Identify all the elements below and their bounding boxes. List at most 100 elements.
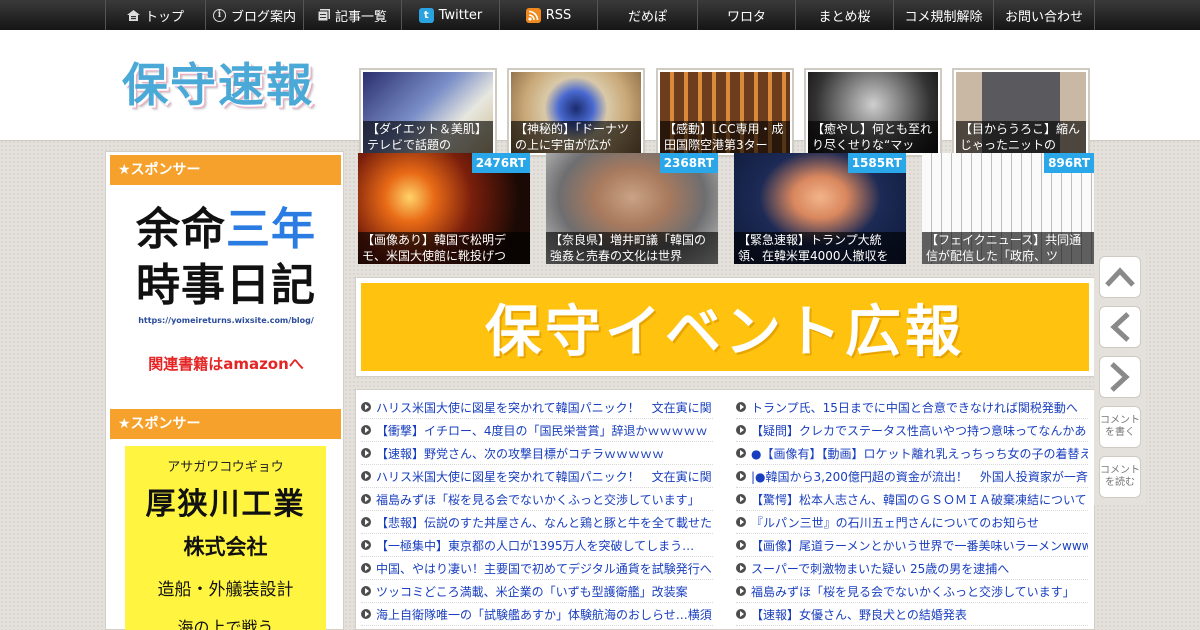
next-article-button[interactable] xyxy=(1099,356,1141,398)
rt-caption: 【フェイクニュース】共同通信が配信した「政府、ツ xyxy=(922,232,1094,264)
nav-item-blog-guide[interactable]: i ブログ案内 xyxy=(205,0,303,30)
article-list-left: ハリス米国大使に図星を突かれて韓国パニック！ 文在寅に関 【衝撃】イチロー、4度… xyxy=(361,396,713,626)
article-list: ハリス米国大使に図星を突かれて韓国パニック！ 文在寅に関 【衝撃】イチロー、4度… xyxy=(355,389,1095,630)
list-item[interactable]: 中国、やはり凄い！主要国で初めてデジタル通貨を試験発行へ xyxy=(361,557,713,580)
list-item[interactable]: 【速報】野党さん、次の攻撃目標がコチラｗｗｗｗｗ xyxy=(361,442,713,465)
list-item[interactable]: 【速報】女優さん、野良犬との結婚発表 xyxy=(736,603,1088,626)
list-item[interactable]: 【一極集中】東京都の人口が1395万人を突破してしまう… xyxy=(361,534,713,557)
read-comment-label: コメントを読む xyxy=(1100,465,1140,488)
list-item[interactable]: 【画像】尾道ラーメンとかいう世界で一番美味いラーメンwww xyxy=(736,534,1088,557)
list-item[interactable]: ●【画像有】【動画】ロケット離れ乳えっちっち女の子の着替え xyxy=(736,442,1088,465)
nav-label: だめぽ xyxy=(627,9,667,25)
nav-label: 記事一覧 xyxy=(334,9,387,25)
play-bullet-icon xyxy=(361,448,371,458)
ad-company-name: 厚狭川工業 xyxy=(145,487,306,522)
sponsor-heading: ★スポンサー xyxy=(110,155,341,185)
ad-title-line1: 余命三年 xyxy=(136,204,316,255)
list-item[interactable]: 海上自衛隊唯一の「試験艦あすか」体験航海のおしらせ…横須 xyxy=(361,603,713,626)
list-item[interactable]: ハリス米国大使に図星を突かれて韓国パニック！ 文在寅に関 xyxy=(361,396,713,419)
nav-label: ブログ案内 xyxy=(230,9,296,25)
rt-caption: 【奈良県】増井町議「韓国の強姦と売春の文化は世界 xyxy=(546,232,718,264)
previous-article-button[interactable] xyxy=(1099,306,1141,348)
list-item[interactable]: ツッコミどころ満載、米企業の「いずも型護衛艦」改装案 xyxy=(361,580,713,603)
nav-item-contact[interactable]: お問い合わせ xyxy=(993,0,1095,30)
list-item[interactable]: 【疑問】クレカでステータス性高いやつ持つ意味ってなんかあ xyxy=(736,419,1088,442)
nav-bar: トップ i ブログ案内 記事一覧 t Twitter RSS だめぽ ワロタ ま… xyxy=(105,0,1095,30)
play-bullet-icon xyxy=(361,540,371,550)
rt-card-3[interactable]: 1585RT 【緊急速報】トランプ大統領、在韓米軍4000人撤収を xyxy=(734,153,906,264)
nav-item-article-list[interactable]: 記事一覧 xyxy=(303,0,401,30)
list-item[interactable]: 福島みずほ「桜を見る会でないかくふっと交渉しています」 xyxy=(361,488,713,511)
play-bullet-icon xyxy=(361,563,371,573)
play-bullet-icon xyxy=(736,609,746,619)
site-header: 保守速報 【ダイエット＆美肌】テレビで話題の 【神秘的】「ドーナツの上に宇宙が広… xyxy=(0,30,1200,157)
header-thumb-2[interactable]: 【神秘的】「ドーナツの上に宇宙が広が xyxy=(507,68,645,157)
sponsor-heading: ★スポンサー xyxy=(110,409,341,439)
header-thumb-3[interactable]: 【感動】LCC専用・成田国際空港第3ター xyxy=(656,68,794,157)
thumb-caption: 【ダイエット＆美肌】テレビで話題の xyxy=(363,121,493,153)
list-item[interactable]: ハリス米国大使に図星を突かれて韓国パニック！ 文在寅に関 xyxy=(361,465,713,488)
nav-item-damepo[interactable]: だめぽ xyxy=(597,0,697,30)
play-bullet-icon xyxy=(361,586,371,596)
write-comment-button[interactable]: コメントを書く xyxy=(1099,406,1141,448)
sponsor-ad-asagawa[interactable]: アサガワコウギョウ 厚狭川工業 株式会社 造船・外艤装設計 海の上で戦う xyxy=(125,446,326,630)
banner-text: 保守イベント広報 xyxy=(485,299,965,365)
ad-business: 造船・外艤装設計 xyxy=(157,580,294,600)
play-bullet-icon xyxy=(736,425,746,435)
play-bullet-icon xyxy=(736,494,746,504)
thumb-caption: 【癒やし】何とも至れり尽くせりな“マッ xyxy=(808,121,938,153)
nav-item-comment-unblock[interactable]: コメ規制解除 xyxy=(893,0,993,30)
ad-url: https://yomeireturns.wixsite.com/blog/ xyxy=(138,316,314,325)
rt-card-1[interactable]: 2476RT 【画像あり】韓国で松明デモ、米国大使館に靴投げつ xyxy=(358,153,530,264)
play-bullet-icon xyxy=(361,494,371,504)
list-item[interactable]: |●韓国から3,200億円超の資金が流出！ 外国人投資家が一斉に xyxy=(736,465,1088,488)
play-bullet-icon xyxy=(361,471,371,481)
event-banner-box: 保守イベント広報 xyxy=(355,277,1095,377)
list-item[interactable]: トランプ氏、15日までに中国と合意できなければ関税発動へ xyxy=(736,396,1088,419)
nav-item-twitter[interactable]: t Twitter xyxy=(401,0,499,30)
nav-label: Twitter xyxy=(438,7,483,23)
header-thumb-1[interactable]: 【ダイエット＆美肌】テレビで話題の xyxy=(359,68,497,157)
chevron-right-icon xyxy=(1110,362,1130,392)
list-item[interactable]: 【驚愕】松本人志さん、韓国のＧＳＯＭＩＡ破棄凍結について xyxy=(736,488,1088,511)
nav-item-top[interactable]: トップ xyxy=(105,0,205,30)
header-thumb-4[interactable]: 【癒やし】何とも至れり尽くせりな“マッ xyxy=(804,68,942,157)
nav-item-rss[interactable]: RSS xyxy=(499,0,597,30)
ad-kana: アサガワコウギョウ xyxy=(167,460,284,475)
nav-label: コメ規制解除 xyxy=(904,9,983,25)
rt-card-4[interactable]: 896RT 【フェイクニュース】共同通信が配信した「政府、ツ xyxy=(922,153,1094,264)
play-bullet-icon xyxy=(736,540,746,550)
ad-amazon-link[interactable]: 関連書籍はamazonへ xyxy=(126,353,326,374)
nav-item-matome-sakura[interactable]: まとめ桜 xyxy=(795,0,893,30)
play-bullet-icon xyxy=(736,471,746,481)
play-bullet-icon xyxy=(361,517,371,527)
sidebar: ★スポンサー 余命三年 時事日記 https://yomeireturns.wi… xyxy=(105,151,344,630)
rt-count-badge: 1585RT xyxy=(847,153,906,173)
play-bullet-icon xyxy=(736,517,746,527)
rss-icon xyxy=(525,7,541,23)
sponsor-ad-yomei[interactable]: 余命三年 時事日記 https://yomeireturns.wixsite.c… xyxy=(126,202,326,377)
list-item[interactable]: 【悲報】伝説のすた丼屋さん、なんと鶏と豚と牛を全て載せた xyxy=(361,511,713,534)
info-icon: i xyxy=(212,8,226,22)
thumb-caption: 【神秘的】「ドーナツの上に宇宙が広が xyxy=(511,121,641,153)
rt-caption: 【画像あり】韓国で松明デモ、米国大使館に靴投げつ xyxy=(358,232,530,264)
chevron-left-icon xyxy=(1110,312,1130,342)
event-banner[interactable]: 保守イベント広報 xyxy=(361,283,1089,371)
play-bullet-icon xyxy=(736,586,746,596)
list-item[interactable]: 『ルパン三世』の石川五ェ門さんについてのお知らせ xyxy=(736,511,1088,534)
nav-item-warota[interactable]: ワロタ xyxy=(697,0,795,30)
floating-controls: コメントを書く コメントを読む xyxy=(1094,250,1146,505)
list-item[interactable]: スーパーで刺激物まいた疑い 25歳の男を逮捕へ xyxy=(736,557,1088,580)
list-item[interactable]: 【衝撃】イチロー、4度目の「国民栄誉賞」辞退かｗｗｗｗｗ xyxy=(361,419,713,442)
play-bullet-icon xyxy=(736,448,746,458)
list-item[interactable]: 福島みずほ「桜を見る会でないかくふっと交渉しています」 xyxy=(736,580,1088,603)
header-thumb-5[interactable]: 【目からうろこ】縮んじゃったニットの xyxy=(952,68,1090,157)
rt-caption: 【緊急速報】トランプ大統領、在韓米軍4000人撤収を xyxy=(734,232,906,264)
rt-card-2[interactable]: 2368RT 【奈良県】増井町議「韓国の強姦と売春の文化は世界 xyxy=(546,153,718,264)
site-logo[interactable]: 保守速報 xyxy=(122,52,322,118)
read-comment-button[interactable]: コメントを読む xyxy=(1099,456,1141,498)
rt-count-badge: 896RT xyxy=(1044,153,1094,173)
ad-tagline: 海の上で戦う xyxy=(177,618,274,630)
scroll-top-button[interactable] xyxy=(1099,256,1141,298)
thumb-caption: 【感動】LCC専用・成田国際空港第3ター xyxy=(660,121,790,153)
